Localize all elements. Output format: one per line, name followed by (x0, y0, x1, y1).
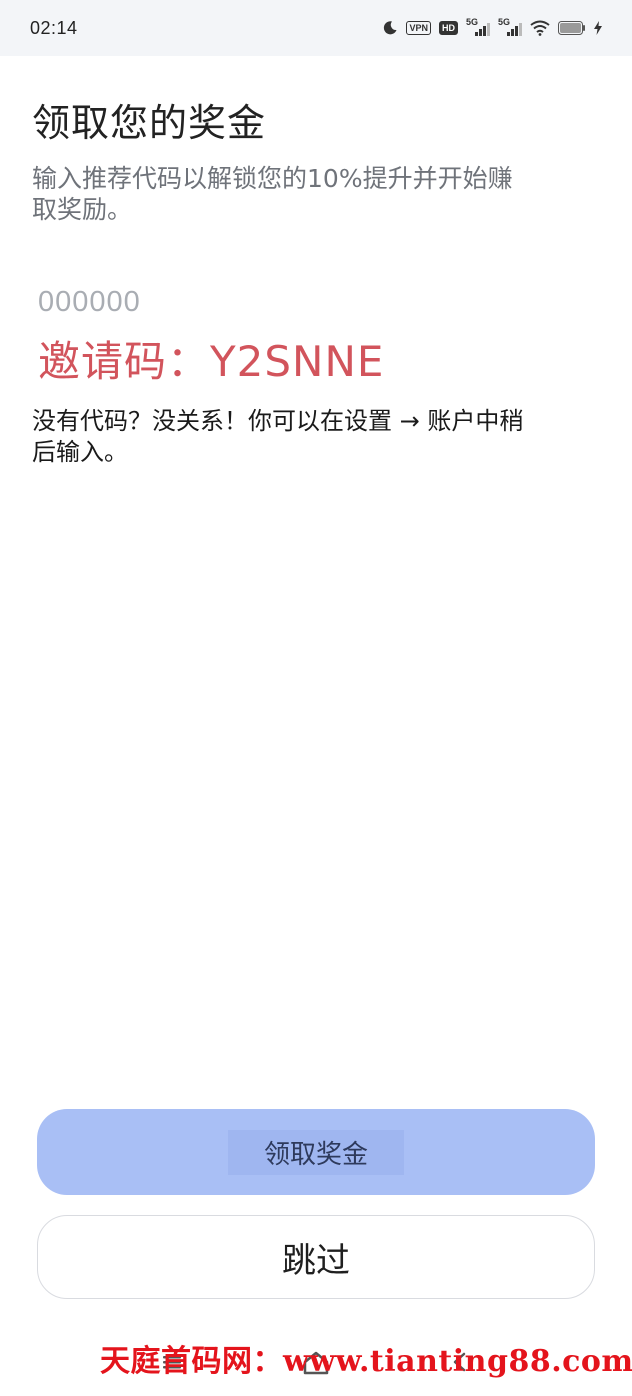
claim-bonus-button[interactable]: 领取奖金 (37, 1109, 595, 1195)
status-time: 02:14 (30, 17, 78, 38)
status-icons: VPN HD 5G 5G (382, 17, 602, 37)
page-subtitle: 输入推荐代码以解锁您的10%提升并开始赚取奖励。 (32, 164, 513, 224)
signal-5g-icon: 5G (466, 17, 490, 37)
status-bar: 02:14 VPN HD 5G 5G (0, 0, 632, 56)
invite-code-text: 邀请码：Y2SNNE (38, 337, 385, 386)
referral-code-input[interactable] (28, 276, 608, 328)
hint-text: 没有代码？没关系！你可以在设置 → 账户中稍后输入。 (32, 407, 524, 466)
signal-5g-icon-2: 5G (498, 17, 522, 37)
moon-icon (382, 20, 398, 36)
battery-icon (558, 21, 586, 35)
page-title: 领取您的奖金 (32, 101, 267, 145)
claim-bonus-label: 领取奖金 (227, 1129, 404, 1175)
vpn-icon: VPN (406, 21, 431, 35)
watermark-text: 天庭首码网：www.tianting88.com (100, 1344, 632, 1379)
skip-button[interactable]: 跳过 (37, 1215, 595, 1299)
hd-icon: HD (439, 21, 458, 35)
charging-icon (594, 21, 602, 35)
wifi-icon (530, 20, 550, 36)
